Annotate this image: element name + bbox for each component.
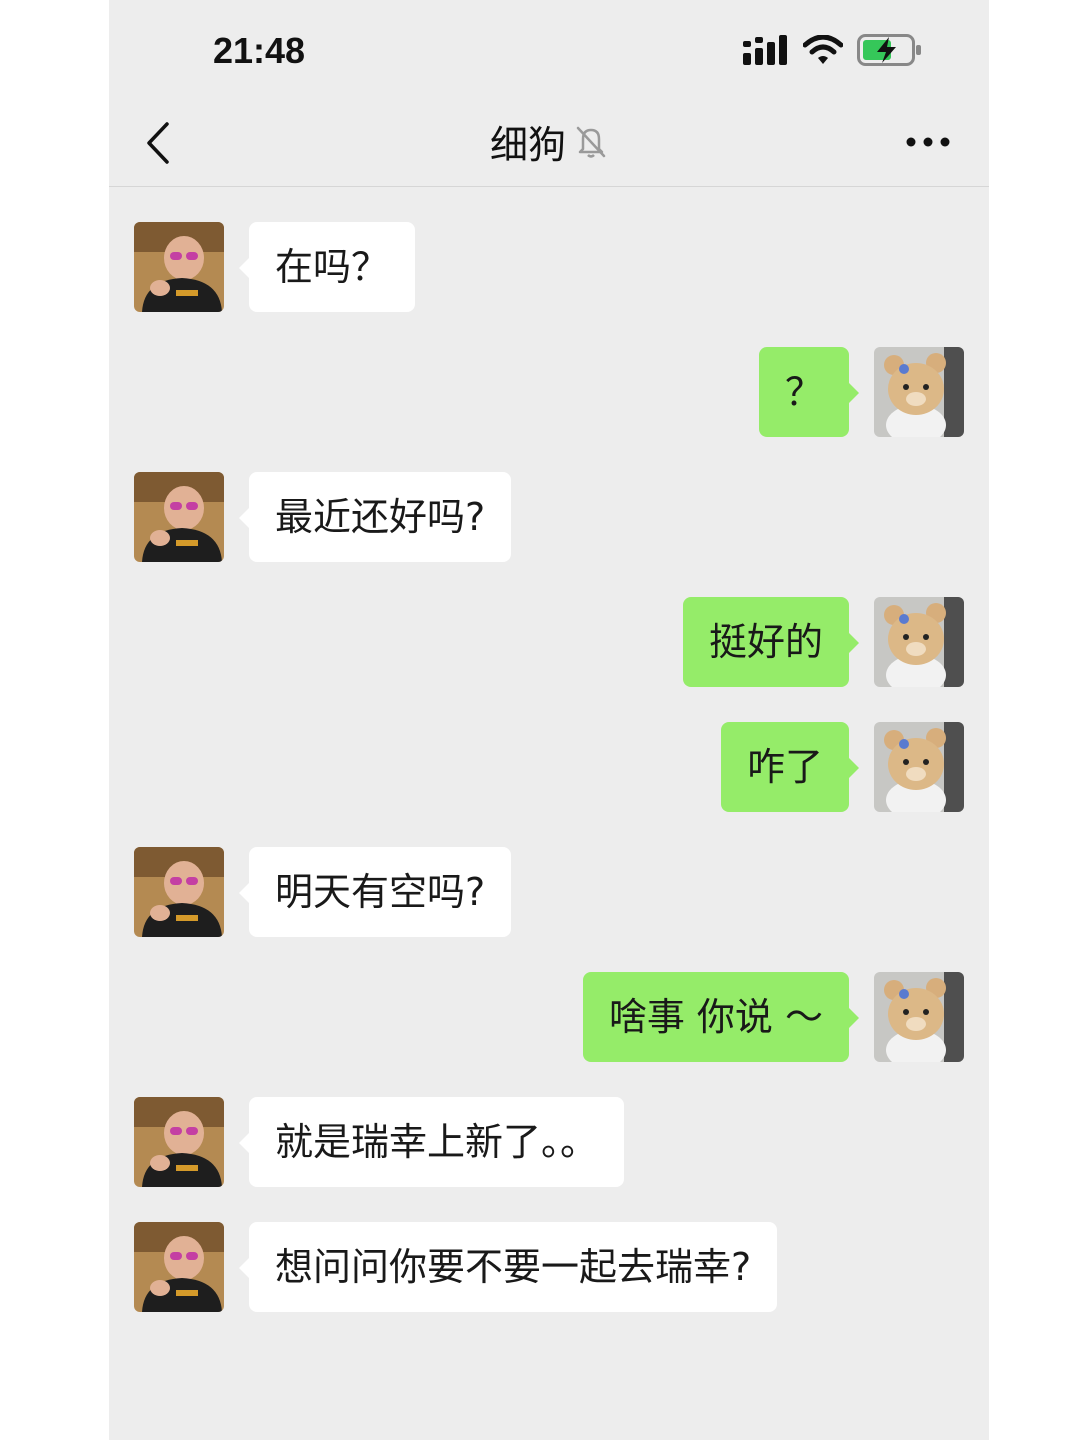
received-message-bubble[interactable]: 在吗？ [238,222,416,312]
received-message-bubble[interactable]: 明天有空吗? [238,847,512,937]
contact-avatar[interactable] [134,1222,224,1312]
contact-avatar-image [134,222,224,312]
my-avatar-image [874,972,964,1062]
contact-avatar-image [134,472,224,562]
my-avatar[interactable] [874,972,964,1062]
received-message-bubble[interactable]: 就是瑞幸上新了。。 [238,1097,625,1187]
sent-message-bubble[interactable]: 啥事 你说 ～ [582,972,860,1062]
chat-title: 细狗 [489,123,566,167]
message-row: 咋了 [109,722,989,814]
sent-message-bubble[interactable]: 挺好的 [682,597,860,687]
contact-avatar-image [134,1222,224,1312]
bell-muted-icon [576,126,606,158]
more-options-button[interactable] [903,130,953,154]
my-avatar-image [874,597,964,687]
message-row: ？ [109,347,989,439]
contact-avatar[interactable] [134,222,224,312]
message-row: 就是瑞幸上新了。。 [109,1097,989,1189]
contact-avatar-image [134,1097,224,1187]
sent-message-bubble[interactable]: 咋了 [720,722,860,812]
my-avatar[interactable] [874,347,964,437]
contact-avatar-image [134,847,224,937]
my-avatar[interactable] [874,722,964,812]
signal-icon [743,35,787,65]
nav-title-group: 细狗 [109,114,989,169]
message-row: 在吗？ [109,222,989,314]
message-row: 最近还好吗? [109,472,989,564]
chat-screen: 21:48 细狗 在吗？ ？ 最近还好吗? 挺好的 咋了 明天有空吗? 啥事 你… [109,0,989,1440]
my-avatar-image [874,347,964,437]
received-message-bubble[interactable]: 想问问你要不要一起去瑞幸? [238,1222,778,1312]
my-avatar-image [874,722,964,812]
status-bar: 21:48 [109,0,989,100]
contact-avatar[interactable] [134,1097,224,1187]
message-list: 在吗？ ？ 最近还好吗? 挺好的 咋了 明天有空吗? 啥事 你说 ～ 就是瑞幸上… [109,187,989,1440]
nav-bar: 细狗 [109,100,989,187]
battery-charging-icon [857,34,921,66]
status-time: 21:48 [213,30,306,71]
contact-avatar[interactable] [134,472,224,562]
message-row: 啥事 你说 ～ [109,972,989,1064]
message-row: 想问问你要不要一起去瑞幸? [109,1222,989,1314]
message-row: 挺好的 [109,597,989,689]
message-row: 明天有空吗? [109,847,989,939]
my-avatar[interactable] [874,597,964,687]
received-message-bubble[interactable]: 最近还好吗? [238,472,512,562]
sent-message-bubble[interactable]: ？ [758,347,860,437]
contact-avatar[interactable] [134,847,224,937]
status-icons [743,34,923,66]
wifi-icon [803,35,843,64]
more-dots-icon [906,137,950,147]
